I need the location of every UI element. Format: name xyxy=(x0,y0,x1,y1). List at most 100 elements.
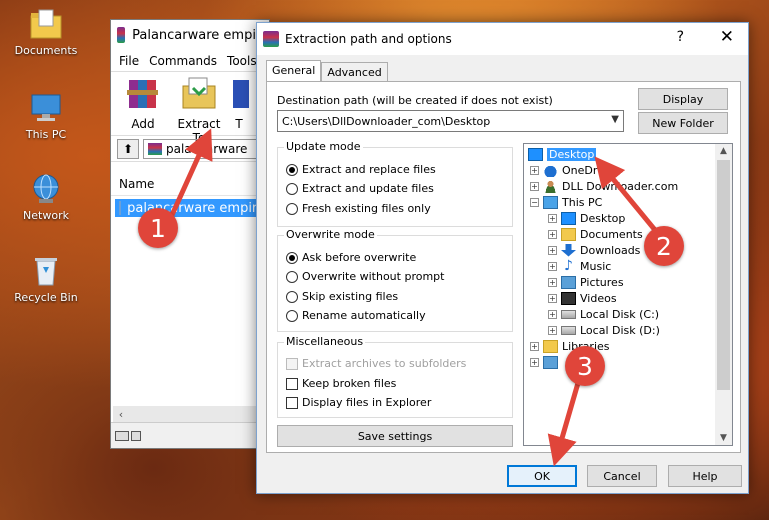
radio-extract-update[interactable]: Extract and update files xyxy=(286,182,434,195)
radio-ask-before[interactable]: Ask before overwrite xyxy=(286,251,416,264)
chevron-down-icon[interactable]: ▼ xyxy=(611,114,619,125)
pictures-icon xyxy=(561,275,576,289)
expand-icon[interactable]: + xyxy=(548,229,557,239)
winrar-menu-bar: File Commands Tools xyxy=(111,50,269,72)
save-settings-button[interactable]: Save settings xyxy=(277,425,513,447)
radio-rename-auto[interactable]: Rename automatically xyxy=(286,309,426,322)
tree-node-documents[interactable]: + Documents xyxy=(548,226,643,242)
tree-node-onedrive[interactable]: + OneDr xyxy=(530,162,597,178)
radio-button[interactable] xyxy=(286,290,298,303)
scroll-left-icon[interactable]: ‹ xyxy=(113,408,129,421)
option-label: Keep broken files xyxy=(302,377,397,390)
winrar-file-list: Name palancarware empire ‹ xyxy=(111,172,269,422)
network-globe-icon xyxy=(33,174,59,203)
desktop-icon-network[interactable]: Network xyxy=(10,173,82,222)
horizontal-scrollbar[interactable]: ‹ xyxy=(113,406,269,422)
tree-node-videos[interactable]: + Videos xyxy=(548,290,617,306)
radio-button[interactable] xyxy=(286,163,298,176)
cancel-button[interactable]: Cancel xyxy=(587,465,657,487)
folder-icon xyxy=(561,227,576,241)
film-icon xyxy=(561,291,576,305)
column-header-name[interactable]: Name xyxy=(111,172,269,196)
desktop-icon-recycle-bin[interactable]: Recycle Bin xyxy=(10,255,82,304)
display-button[interactable]: Display xyxy=(638,88,728,110)
check-keep-broken[interactable]: Keep broken files xyxy=(286,377,396,390)
test-button[interactable]: T xyxy=(229,76,249,131)
tree-node-music[interactable]: + ♪ Music xyxy=(548,258,611,274)
expand-icon[interactable]: + xyxy=(548,293,557,303)
radio-fresh-existing[interactable]: Fresh existing files only xyxy=(286,202,431,215)
address-field[interactable]: palancarware xyxy=(143,138,263,159)
update-mode-title: Update mode xyxy=(284,140,363,153)
radio-button[interactable] xyxy=(286,251,298,264)
tab-advanced[interactable]: Advanced xyxy=(321,62,388,81)
radio-button[interactable] xyxy=(286,309,298,322)
scroll-down-icon[interactable]: ▼ xyxy=(715,433,732,443)
collapse-icon[interactable]: − xyxy=(530,197,539,207)
folder-tree[interactable]: Desktop + OneDr + DLL Downloader.com − This… xyxy=(523,143,733,446)
scroll-thumb[interactable] xyxy=(717,160,730,390)
onedrive-icon xyxy=(543,163,558,177)
winrar-window: Palancarware empire File Commands Tools … xyxy=(110,19,270,449)
radio-extract-replace[interactable]: Extract and replace files xyxy=(286,163,436,176)
add-button[interactable]: Add xyxy=(117,76,169,131)
help-button[interactable]: Help xyxy=(668,465,742,487)
expand-icon[interactable]: + xyxy=(548,277,557,287)
destination-path-combobox[interactable]: C:\Users\DllDownloader_com\Desktop ▼ xyxy=(277,110,624,132)
checkbox[interactable] xyxy=(286,396,298,409)
expand-icon[interactable]: + xyxy=(530,357,539,367)
dialog-title-bar[interactable]: Extraction path and options ? ✕ xyxy=(257,23,748,55)
radio-button[interactable] xyxy=(286,202,298,215)
menu-file[interactable]: File xyxy=(119,54,139,68)
desktop-icon-this-pc[interactable]: This PC xyxy=(10,92,82,141)
up-folder-button[interactable]: ⬆ xyxy=(117,138,139,159)
radio-overwrite-without-prompt[interactable]: Overwrite without prompt xyxy=(286,270,444,283)
ok-button[interactable]: OK xyxy=(507,465,577,487)
check-display-explorer[interactable]: Display files in Explorer xyxy=(286,396,431,409)
tree-node-this-pc[interactable]: − This PC xyxy=(530,194,602,210)
desktop-icon-documents[interactable]: Documents xyxy=(10,8,82,57)
expand-icon[interactable]: + xyxy=(530,341,539,351)
checkbox[interactable] xyxy=(286,377,298,390)
radio-skip-existing[interactable]: Skip existing files xyxy=(286,290,398,303)
test-icon xyxy=(233,80,249,108)
drive-icon xyxy=(561,309,576,319)
file-row[interactable]: palancarware empire xyxy=(115,199,265,217)
extract-folder-icon xyxy=(182,77,216,109)
update-mode-group: Update mode Extract and replace files Ex… xyxy=(277,140,513,227)
close-icon[interactable]: ✕ xyxy=(720,27,734,47)
expand-icon[interactable]: + xyxy=(548,261,557,271)
tree-node-pictures[interactable]: + Pictures xyxy=(548,274,624,290)
extract-to-button[interactable]: Extract To xyxy=(173,76,225,145)
menu-tools[interactable]: Tools xyxy=(227,54,257,68)
expand-icon[interactable]: + xyxy=(548,213,557,223)
tree-node-local-disk-d[interactable]: + Local Disk (D:) xyxy=(548,322,660,338)
computer-icon xyxy=(543,195,558,209)
expand-icon[interactable]: + xyxy=(548,245,557,255)
tree-node-local-disk-c[interactable]: + Local Disk (C:) xyxy=(548,306,659,322)
expand-icon[interactable]: + xyxy=(530,181,539,191)
help-title-button[interactable]: ? xyxy=(677,29,684,45)
expand-icon[interactable]: + xyxy=(548,325,557,335)
new-folder-button[interactable]: New Folder xyxy=(638,112,728,134)
tree-node-pc-desktop[interactable]: + Desktop xyxy=(548,210,625,226)
winrar-title-bar[interactable]: Palancarware empire xyxy=(111,20,269,50)
step-badge-2: 2 xyxy=(644,226,684,266)
radio-button[interactable] xyxy=(286,270,298,283)
winrar-dialog-icon xyxy=(263,31,279,47)
tree-node-user[interactable]: + DLL Downloader.com xyxy=(530,178,678,194)
tree-node-downloads[interactable]: + Downloads xyxy=(548,242,640,258)
tree-node-desktop-root[interactable]: Desktop xyxy=(528,146,597,162)
step-badge-3: 3 xyxy=(565,346,605,386)
tab-general[interactable]: General xyxy=(266,60,322,82)
tree-vertical-scrollbar[interactable]: ▲ ▼ xyxy=(715,144,732,445)
dialog-tabs: General Advanced xyxy=(266,60,388,82)
expand-icon[interactable]: + xyxy=(530,165,539,175)
expand-icon[interactable]: + xyxy=(548,309,557,319)
desktop-icon-label: Network xyxy=(23,209,69,222)
desktop-icon-label: Documents xyxy=(14,44,78,57)
radio-button[interactable] xyxy=(286,182,298,195)
scroll-up-icon[interactable]: ▲ xyxy=(715,146,732,156)
option-label: Ask before overwrite xyxy=(302,251,417,264)
menu-commands[interactable]: Commands xyxy=(149,54,217,68)
